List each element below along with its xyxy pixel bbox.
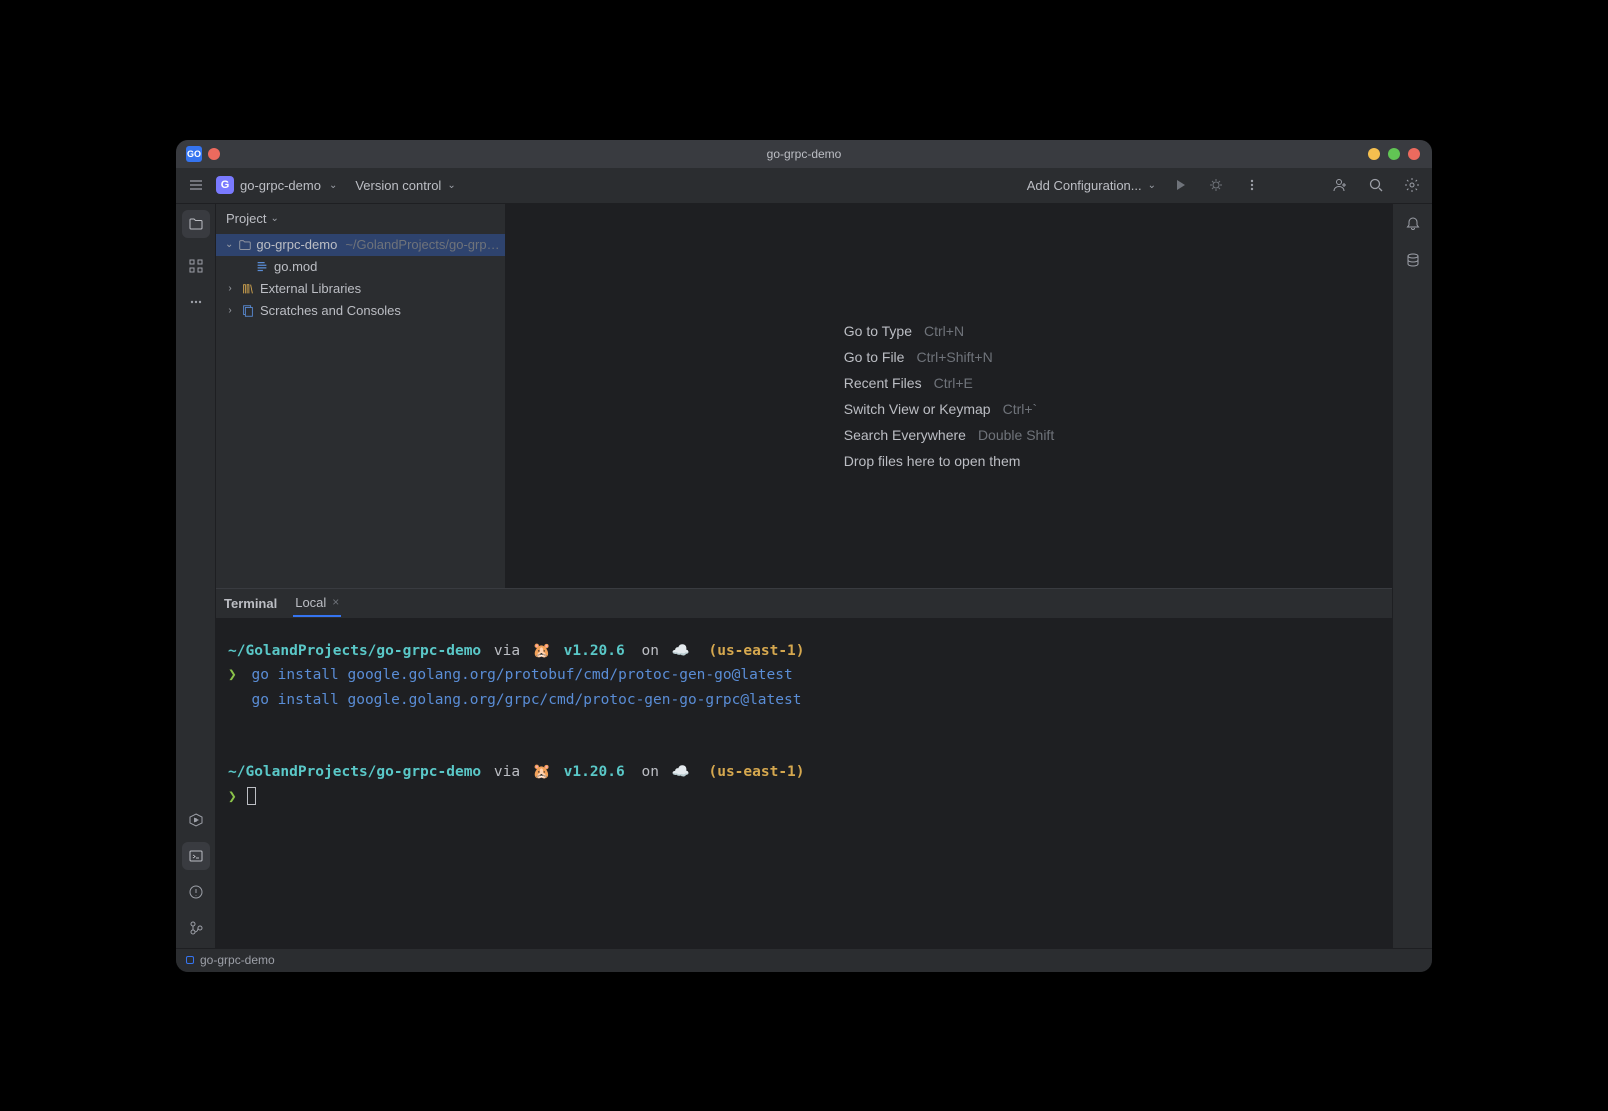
- term-region: (us-east-1): [708, 643, 804, 659]
- vcs-tool-icon[interactable]: [182, 914, 210, 942]
- prompt-symbol: ❯: [228, 789, 237, 805]
- project-tool-icon[interactable]: [182, 210, 210, 238]
- go-mod-icon: [254, 260, 270, 274]
- tree-external-libs-row[interactable]: › External Libraries: [216, 278, 505, 300]
- project-panel-header[interactable]: Project ⌄: [216, 204, 505, 234]
- project-panel: Project ⌄ ⌄ go-grpc-demo ~/GolandProject…: [216, 204, 506, 588]
- term-via: via: [494, 764, 520, 780]
- terminal-tool-icon[interactable]: [182, 842, 210, 870]
- prompt-symbol: ❯: [228, 667, 237, 683]
- term-via: via: [494, 643, 520, 659]
- run-icon[interactable]: [1168, 173, 1192, 197]
- tree-file-row[interactable]: go.mod: [216, 256, 505, 278]
- services-tool-icon[interactable]: [182, 806, 210, 834]
- hint-row[interactable]: Recent FilesCtrl+E: [844, 375, 973, 391]
- scratch-icon: [240, 304, 256, 318]
- term-on: on: [641, 643, 658, 659]
- vcs-label: Version control: [355, 178, 441, 193]
- term-region: (us-east-1): [708, 764, 804, 780]
- term-version: v1.20.6: [564, 764, 625, 780]
- chevron-right-icon: ›: [224, 305, 236, 316]
- tree-file-label: go.mod: [274, 259, 317, 274]
- status-module[interactable]: go-grpc-demo: [200, 953, 275, 967]
- traffic-close[interactable]: [1408, 148, 1420, 160]
- folder-icon: [238, 238, 252, 252]
- project-selector[interactable]: G go-grpc-demo ⌄: [216, 176, 337, 194]
- code-with-me-icon[interactable]: [1328, 173, 1352, 197]
- terminal-tab-label: Local: [295, 595, 326, 610]
- vcs-selector[interactable]: Version control ⌄: [355, 178, 455, 193]
- cloud-icon: ☁️: [672, 764, 690, 780]
- tree-scratches-row[interactable]: › Scratches and Consoles: [216, 300, 505, 322]
- library-icon: [240, 282, 256, 296]
- term-path: ~/GolandProjects/go-grpc-demo: [228, 643, 481, 659]
- debug-icon[interactable]: [1204, 173, 1228, 197]
- structure-tool-icon[interactable]: [182, 252, 210, 280]
- cloud-icon: ☁️: [672, 643, 690, 659]
- terminal-tab-local[interactable]: Local ×: [293, 590, 341, 617]
- project-name-label: go-grpc-demo: [240, 178, 321, 193]
- hint-row[interactable]: Go to FileCtrl+Shift+N: [844, 349, 993, 365]
- traffic-minimize[interactable]: [1368, 148, 1380, 160]
- database-icon[interactable]: [1399, 246, 1427, 274]
- chevron-right-icon: ›: [224, 283, 236, 294]
- term-command: go install google.golang.org/protobuf/cm…: [251, 667, 792, 683]
- chevron-down-icon: ⌄: [329, 180, 337, 191]
- run-config-selector[interactable]: Add Configuration... ⌄: [1027, 178, 1156, 193]
- term-on: on: [641, 764, 658, 780]
- cursor: [247, 787, 256, 805]
- term-path: ~/GolandProjects/go-grpc-demo: [228, 764, 481, 780]
- hint-row[interactable]: Go to TypeCtrl+N: [844, 323, 964, 339]
- editor-hints: Go to TypeCtrl+N Go to FileCtrl+Shift+N …: [844, 323, 1054, 469]
- run-config-label: Add Configuration...: [1027, 178, 1142, 193]
- ide-window: GO go-grpc-demo G go-grpc-demo ⌄ Version…: [176, 140, 1432, 972]
- tree-root-label: go-grpc-demo: [256, 237, 337, 252]
- traffic-zoom[interactable]: [1388, 148, 1400, 160]
- window-title: go-grpc-demo: [767, 147, 842, 161]
- hint-row[interactable]: Search EverywhereDouble Shift: [844, 427, 1054, 443]
- search-icon[interactable]: [1364, 173, 1388, 197]
- project-tree: ⌄ go-grpc-demo ~/GolandProjects/go-grpc-…: [216, 234, 505, 588]
- problems-tool-icon[interactable]: [182, 878, 210, 906]
- left-tool-gutter: [176, 204, 216, 948]
- chevron-down-icon: ⌄: [224, 239, 234, 250]
- close-icon[interactable]: ×: [332, 595, 339, 609]
- app-icon: GO: [186, 146, 202, 162]
- mac-close-dot[interactable]: [208, 148, 220, 160]
- more-icon[interactable]: [1240, 173, 1264, 197]
- project-badge-icon: G: [216, 176, 234, 194]
- terminal-panel: Terminal Local × ~/GolandProjects/go-grp…: [216, 588, 1392, 948]
- settings-icon[interactable]: [1400, 173, 1424, 197]
- more-tools-icon[interactable]: [182, 288, 210, 316]
- hamster-icon: 🐹: [533, 764, 551, 780]
- module-indicator-icon: [186, 956, 194, 964]
- hamburger-menu-icon[interactable]: [184, 173, 208, 197]
- project-panel-title: Project: [226, 211, 266, 226]
- terminal-title: Terminal: [224, 596, 277, 611]
- hint-row: Drop files here to open them: [844, 453, 1021, 469]
- hint-row[interactable]: Switch View or KeymapCtrl+`: [844, 401, 1037, 417]
- term-command: go install google.golang.org/grpc/cmd/pr…: [251, 692, 801, 708]
- terminal-body[interactable]: ~/GolandProjects/go-grpc-demo via 🐹 v1.2…: [216, 619, 1392, 948]
- tree-external-libs-label: External Libraries: [260, 281, 361, 296]
- right-tool-gutter: [1392, 204, 1432, 948]
- term-version: v1.20.6: [564, 643, 625, 659]
- tree-root-path: ~/GolandProjects/go-grpc-demo: [345, 237, 505, 252]
- editor-placeholder[interactable]: Go to TypeCtrl+N Go to FileCtrl+Shift+N …: [506, 204, 1392, 588]
- terminal-tabs: Terminal Local ×: [216, 589, 1392, 619]
- tree-scratches-label: Scratches and Consoles: [260, 303, 401, 318]
- chevron-down-icon: ⌄: [270, 213, 278, 224]
- main-toolbar: G go-grpc-demo ⌄ Version control ⌄ Add C…: [176, 168, 1432, 204]
- titlebar: GO go-grpc-demo: [176, 140, 1432, 168]
- chevron-down-icon: ⌄: [1148, 180, 1156, 191]
- hamster-icon: 🐹: [533, 643, 551, 659]
- status-bar: go-grpc-demo: [176, 948, 1432, 972]
- notifications-icon[interactable]: [1399, 210, 1427, 238]
- chevron-down-icon: ⌄: [447, 180, 455, 191]
- tree-root-row[interactable]: ⌄ go-grpc-demo ~/GolandProjects/go-grpc-…: [216, 234, 505, 256]
